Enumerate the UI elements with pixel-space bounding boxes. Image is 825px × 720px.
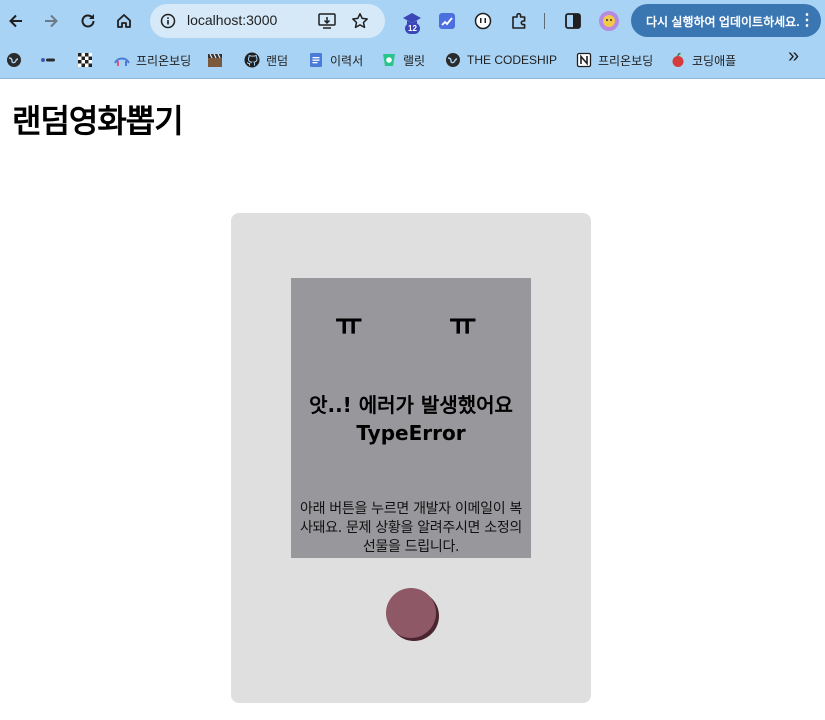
notion-icon	[576, 52, 592, 68]
dash-icon	[41, 58, 55, 62]
clapper-icon	[208, 53, 222, 67]
bookmark-item[interactable]	[6, 51, 28, 69]
reload-button[interactable]	[75, 8, 101, 34]
install-app-icon[interactable]	[318, 13, 336, 29]
bookmark-item[interactable]: 이력서	[308, 51, 363, 69]
error-type: TypeError	[356, 421, 466, 445]
double-chevron-icon: »	[788, 44, 800, 67]
crying-face: ㅠ ㅠ	[291, 300, 531, 343]
bookmark-item[interactable]: 랜덤	[244, 51, 288, 69]
movie-card: ㅠ ㅠ 앗..! 에러가 발생했어요 TypeError 아래 버튼을 누르면 …	[231, 213, 591, 703]
home-button[interactable]	[111, 8, 137, 34]
update-label: 다시 실행하여 업데이트하세요.	[646, 15, 800, 29]
reload-icon	[81, 14, 95, 28]
profile-avatar-icon[interactable]	[597, 9, 621, 33]
back-button[interactable]	[3, 8, 29, 34]
error-panel: ㅠ ㅠ 앗..! 에러가 발생했어요 TypeError 아래 버튼을 누르면 …	[291, 278, 531, 558]
page-title: 랜덤영화뽑기	[12, 102, 184, 140]
extension-badge: 12	[405, 23, 420, 34]
address-bar[interactable]: localhost:3000	[150, 4, 385, 38]
bookmark-star-icon[interactable]	[351, 12, 369, 30]
bookmarks-overflow-button[interactable]: »	[788, 44, 800, 67]
right-eye: ㅠ	[449, 308, 477, 343]
toolbar-separator	[544, 13, 545, 29]
error-message: 앗..! 에러가 발생했어요	[309, 393, 513, 417]
copy-email-button[interactable]	[386, 588, 436, 638]
rallit-icon	[383, 54, 395, 66]
side-panel-icon[interactable]	[561, 9, 585, 33]
error-description: 아래 버튼을 누르면 개발자 이메일이 복사돼요. 문제 상황을 알려주시면 소…	[299, 501, 523, 555]
bridge-icon	[114, 57, 130, 66]
update-chrome-button[interactable]: 다시 실행하여 업데이트하세요. ⋮	[631, 4, 821, 37]
bookmark-item[interactable]: 랠릿	[381, 51, 425, 69]
extension-grid-icon[interactable]	[435, 9, 459, 33]
browser-toolbar: localhost:3000 12 다시 실행하여 업데이트하세요. ⋮	[0, 0, 825, 42]
bookmark-item[interactable]: 코딩애플	[670, 51, 736, 69]
apple-icon	[672, 52, 684, 67]
forward-arrow-icon	[45, 14, 58, 28]
site-info-icon[interactable]	[160, 13, 176, 29]
globe-icon	[446, 53, 460, 67]
bookmark-item[interactable]	[40, 51, 62, 69]
globe-icon	[7, 53, 21, 67]
back-arrow-icon	[9, 14, 22, 28]
home-icon	[117, 14, 131, 28]
bookmark-item[interactable]	[77, 51, 99, 69]
bookmark-item[interactable]	[207, 51, 229, 69]
url-text[interactable]: localhost:3000	[187, 12, 277, 28]
bookmark-item[interactable]: 프리온보딩	[114, 51, 191, 69]
error-heading: 앗..! 에러가 발생했어요 TypeError	[291, 391, 531, 447]
extensions-puzzle-icon[interactable]	[507, 9, 531, 33]
bookmarks-bar: 프리온보딩 랜덤 이력서 랠릿 THE CODESHIP 프리온보딩 코딩애플 …	[0, 42, 825, 79]
extension-face-icon[interactable]	[471, 9, 495, 33]
doc-icon	[310, 53, 322, 67]
bookmark-item[interactable]: THE CODESHIP	[445, 51, 557, 69]
left-eye: ㅠ	[335, 308, 363, 343]
bookmark-item[interactable]: 프리온보딩	[576, 51, 653, 69]
menu-dots-icon[interactable]: ⋮	[799, 10, 815, 30]
github-icon	[244, 52, 260, 68]
checker-icon	[78, 53, 92, 67]
forward-button[interactable]	[38, 8, 64, 34]
